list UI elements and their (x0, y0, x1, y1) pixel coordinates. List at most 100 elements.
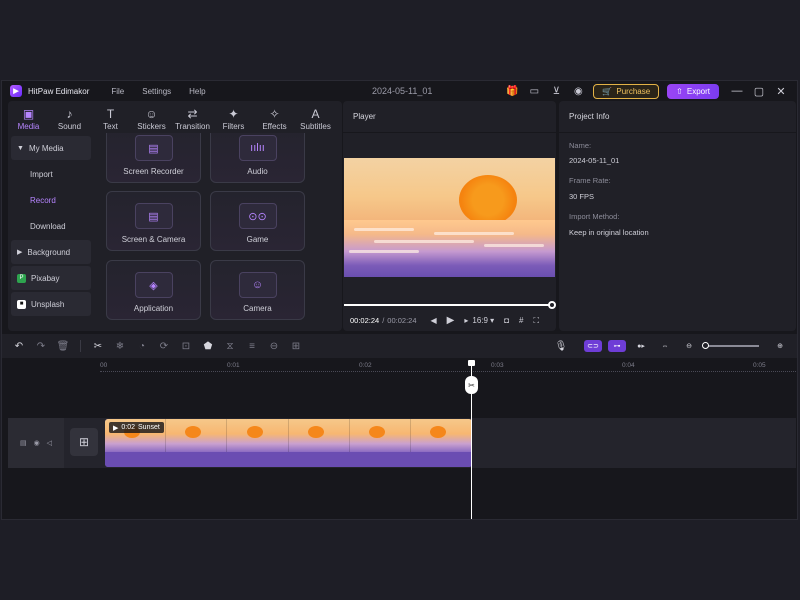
scissors-icon[interactable]: ✂ (465, 376, 478, 394)
player-title: Player (343, 101, 556, 133)
playback-progress-bar[interactable] (344, 301, 556, 309)
wave (434, 232, 514, 235)
text-icon: T (106, 107, 115, 121)
track-lock-icon[interactable]: ▤ (20, 439, 27, 447)
name-value: 2024-05-11_01 (569, 156, 620, 165)
rotate-icon[interactable]: ⟳ (153, 341, 175, 352)
video-icon: ▶ (113, 424, 119, 432)
effects-icon: ✧ (269, 107, 280, 121)
tab-transition[interactable]: ⇄ Transition (172, 101, 213, 133)
video-preview[interactable] (344, 158, 555, 277)
sidebar-item-my-media[interactable]: ▼ My Media (11, 136, 91, 160)
zoom-out-icon[interactable]: ⊖ (680, 340, 698, 352)
unsplash-icon: ■ (17, 299, 26, 309)
playhead-handle[interactable] (468, 360, 475, 366)
maximize-icon[interactable]: ▢ (753, 85, 765, 98)
next-frame-icon[interactable]: ▸ (464, 316, 468, 325)
playback-progress-knob[interactable] (548, 301, 556, 309)
export-button[interactable]: ⇧ Export (667, 83, 719, 99)
fullscreen-icon[interactable]: ⛶ (534, 316, 540, 326)
title-bar-actions: 🎁 ▭ ⊻ ◉ 🛒 Purchase ⇧ Export — ▢ ✕ (505, 81, 797, 101)
tab-filters[interactable]: ✦ Filters (213, 101, 254, 133)
audio-wave-icon: ıılıı (238, 135, 277, 161)
previous-frame-icon[interactable]: ◀ (431, 316, 437, 325)
menu-help[interactable]: Help (189, 87, 205, 96)
grid-icon[interactable]: # (519, 316, 523, 325)
link-icon[interactable]: ⊶ (608, 340, 626, 352)
play-icon[interactable]: ▶ (447, 315, 455, 326)
speed-icon[interactable]: ◔ (131, 341, 153, 352)
timeline-right-tools: 🎙 ⊂⊃ ⊶ ●▸ ⇔ ⊖ ⊕ (546, 334, 789, 358)
ruler-line (100, 371, 797, 373)
app-name: HitPaw Edimakor (28, 86, 90, 96)
tab-subtitles[interactable]: A Subtitles (295, 101, 336, 133)
track-visibility-icon[interactable]: ◉ (34, 439, 40, 447)
fit-timeline-icon[interactable]: ⇔ (656, 340, 674, 352)
download-icon[interactable]: ⊻ (549, 84, 563, 98)
video-clip[interactable]: ▶ 0:02 Sunset (105, 419, 472, 467)
mirror-icon[interactable]: ⧖ (219, 341, 241, 352)
menu-file[interactable]: File (111, 87, 124, 96)
mask-icon[interactable]: ⬟ (197, 341, 219, 352)
feedback-icon[interactable]: ▭ (527, 84, 541, 98)
card-label: Audio (247, 167, 268, 176)
application-card[interactable]: ◈ Application (106, 260, 201, 320)
sidebar-item-unsplash[interactable]: ■ Unsplash (11, 292, 91, 316)
track-mute-icon[interactable]: ◁ (47, 439, 52, 447)
tab-effects[interactable]: ✧ Effects (254, 101, 295, 133)
add-image-icon: ⊞ (78, 435, 90, 449)
zoom-in-icon[interactable]: ⊕ (771, 340, 789, 352)
camera-card[interactable]: ☺ Camera (210, 260, 305, 320)
webcam-icon: ☺ (238, 272, 277, 298)
tab-label: Effects (262, 122, 287, 131)
ripple-icon[interactable]: ●▸ (632, 340, 650, 352)
magnet-snap-icon[interactable]: ⊂⊃ (584, 340, 602, 352)
sidebar-item-pixabay[interactable]: P Pixabay (11, 266, 91, 290)
minimize-icon[interactable]: — (731, 85, 743, 97)
wave (349, 250, 419, 253)
reverse-icon[interactable]: ⊖ (263, 341, 285, 352)
sidebar-item-import[interactable]: Import (11, 162, 91, 186)
purchase-button[interactable]: 🛒 Purchase (593, 83, 660, 99)
app-window: ▶ HitPaw Edimakor File Settings Help 202… (1, 80, 798, 520)
menu-settings[interactable]: Settings (142, 87, 171, 96)
tab-text[interactable]: T Text (90, 101, 131, 133)
sidebar-item-record[interactable]: Record (11, 188, 91, 212)
text-to-speech-icon[interactable]: ⊞ (285, 341, 307, 352)
tab-media[interactable]: ▣ Media (8, 101, 49, 133)
snapshot-icon[interactable]: ◘ (504, 316, 509, 325)
sidebar-item-download[interactable]: Download (11, 214, 91, 238)
playhead[interactable]: ✂ (465, 360, 478, 519)
audio-card[interactable]: ıılıı Audio (210, 133, 305, 183)
import-method-value: Keep in original location (569, 228, 649, 237)
align-icon[interactable]: ≡ (241, 341, 263, 352)
screen-camera-card[interactable]: ▤ Screen & Camera (106, 191, 201, 251)
account-icon[interactable]: ◉ (571, 84, 585, 98)
split-icon[interactable]: ✂ (87, 341, 109, 352)
pixabay-icon: P (17, 273, 26, 283)
undo-icon[interactable]: ↶ (8, 341, 30, 352)
timeline-toolbar: ↶ ↷ 🗑 ✂ ❄ ◔ ⟳ ⊡ ⬟ ⧖ ≡ ⊖ ⊞ 🎙 ⊂⊃ ⊶ ●▸ ⇔ ⊖ … (2, 334, 797, 358)
gift-icon[interactable]: 🎁 (505, 84, 519, 98)
sidebar-item-label: Record (30, 195, 56, 205)
tab-label: Sound (57, 122, 82, 131)
close-icon[interactable]: ✕ (775, 85, 787, 98)
microphone-icon[interactable]: 🎙 (552, 340, 570, 352)
game-card[interactable]: ⊙⊙ Game (210, 191, 305, 251)
delete-icon[interactable]: 🗑 (52, 341, 74, 352)
aspect-ratio-select[interactable]: 16:9 ▾ (472, 316, 494, 325)
sidebar-item-label: My Media (28, 143, 64, 153)
zoom-slider[interactable] (702, 342, 759, 349)
tab-sound[interactable]: ♪ Sound (49, 101, 90, 133)
sidebar-item-background[interactable]: ▶ Background (11, 240, 91, 264)
freeze-icon[interactable]: ❄ (109, 341, 131, 352)
zoom-slider-knob[interactable] (702, 342, 709, 349)
tab-stickers[interactable]: ☺ Stickers (131, 101, 172, 133)
sticker-icon: ☺ (145, 107, 158, 121)
preview-sea (344, 220, 555, 277)
sidebar-item-label: Import (30, 169, 53, 179)
redo-icon[interactable]: ↷ (30, 341, 52, 352)
add-media-button[interactable]: ⊞ (70, 428, 98, 456)
crop-icon[interactable]: ⊡ (175, 341, 197, 352)
screen-recorder-card[interactable]: ▤ Screen Recorder (106, 133, 201, 183)
